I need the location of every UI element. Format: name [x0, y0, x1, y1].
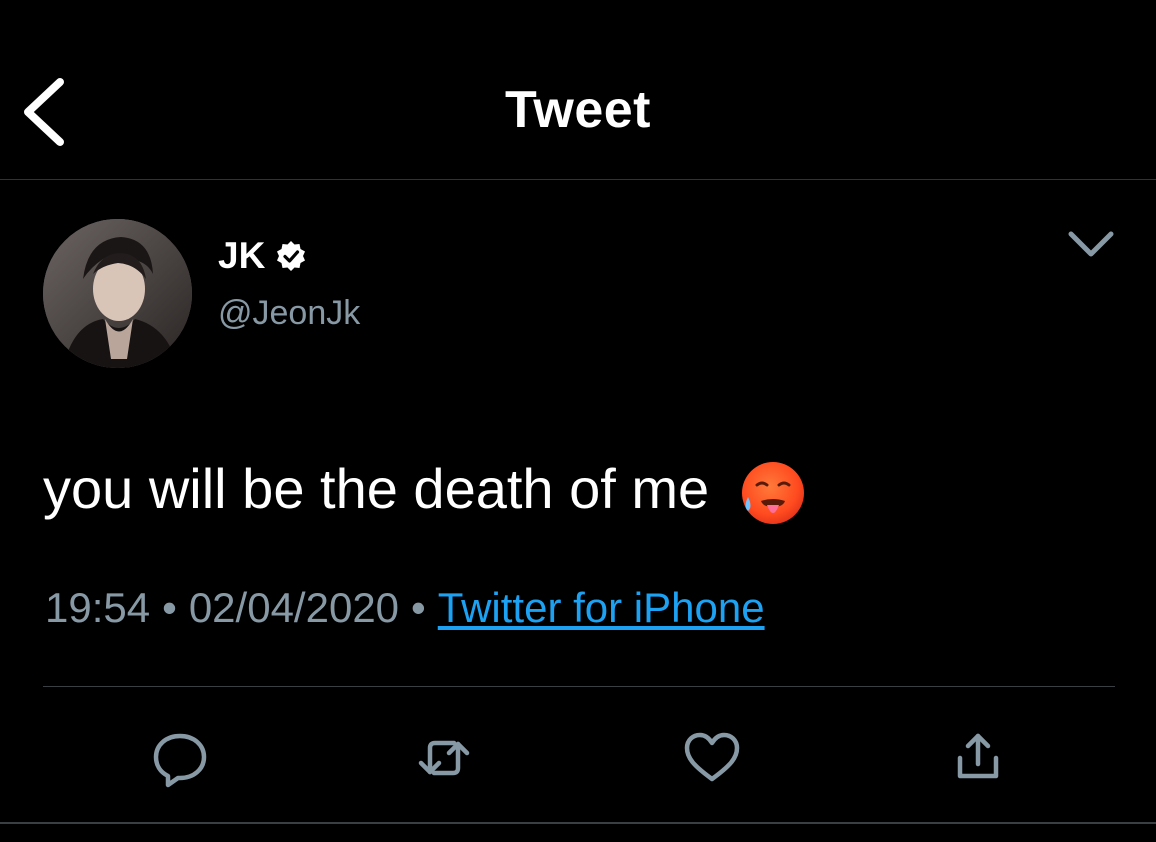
top-bar: Tweet — [0, 0, 1156, 180]
tweet-meta: 19:54 • 02/04/2020 • Twitter for iPhone — [45, 584, 765, 632]
author-row: JK — [218, 232, 307, 280]
tweet-text: you will be the death of me — [43, 457, 710, 520]
avatar-image — [43, 219, 192, 368]
display-name[interactable]: JK — [218, 235, 265, 277]
divider — [43, 686, 1115, 687]
retweet-icon — [418, 740, 470, 776]
heart-icon — [684, 732, 740, 782]
meta-separator: • — [411, 584, 426, 631]
tweet-body: you will be the death of me — [43, 456, 807, 527]
page-title: Tweet — [504, 81, 651, 139]
chevron-down-icon — [1068, 231, 1114, 257]
hot-face-emoji — [741, 462, 804, 525]
meta-separator: • — [162, 584, 177, 631]
reply-icon — [153, 733, 207, 788]
retweet-button[interactable] — [414, 728, 474, 788]
share-icon — [957, 733, 999, 779]
tweet-date: 02/04/2020 — [188, 584, 400, 631]
share-button[interactable] — [948, 728, 1008, 788]
bottom-divider — [0, 822, 1156, 824]
verified-badge-icon — [277, 241, 306, 271]
like-button[interactable] — [682, 728, 742, 788]
tweet-time: 19:54 — [45, 584, 151, 631]
user-handle[interactable]: @JeonJk — [218, 294, 360, 333]
avatar[interactable] — [43, 219, 192, 368]
tweet-source-link[interactable]: Twitter for iPhone — [438, 584, 765, 631]
reply-button[interactable] — [150, 728, 210, 788]
tweet-menu-button[interactable] — [1065, 222, 1117, 266]
